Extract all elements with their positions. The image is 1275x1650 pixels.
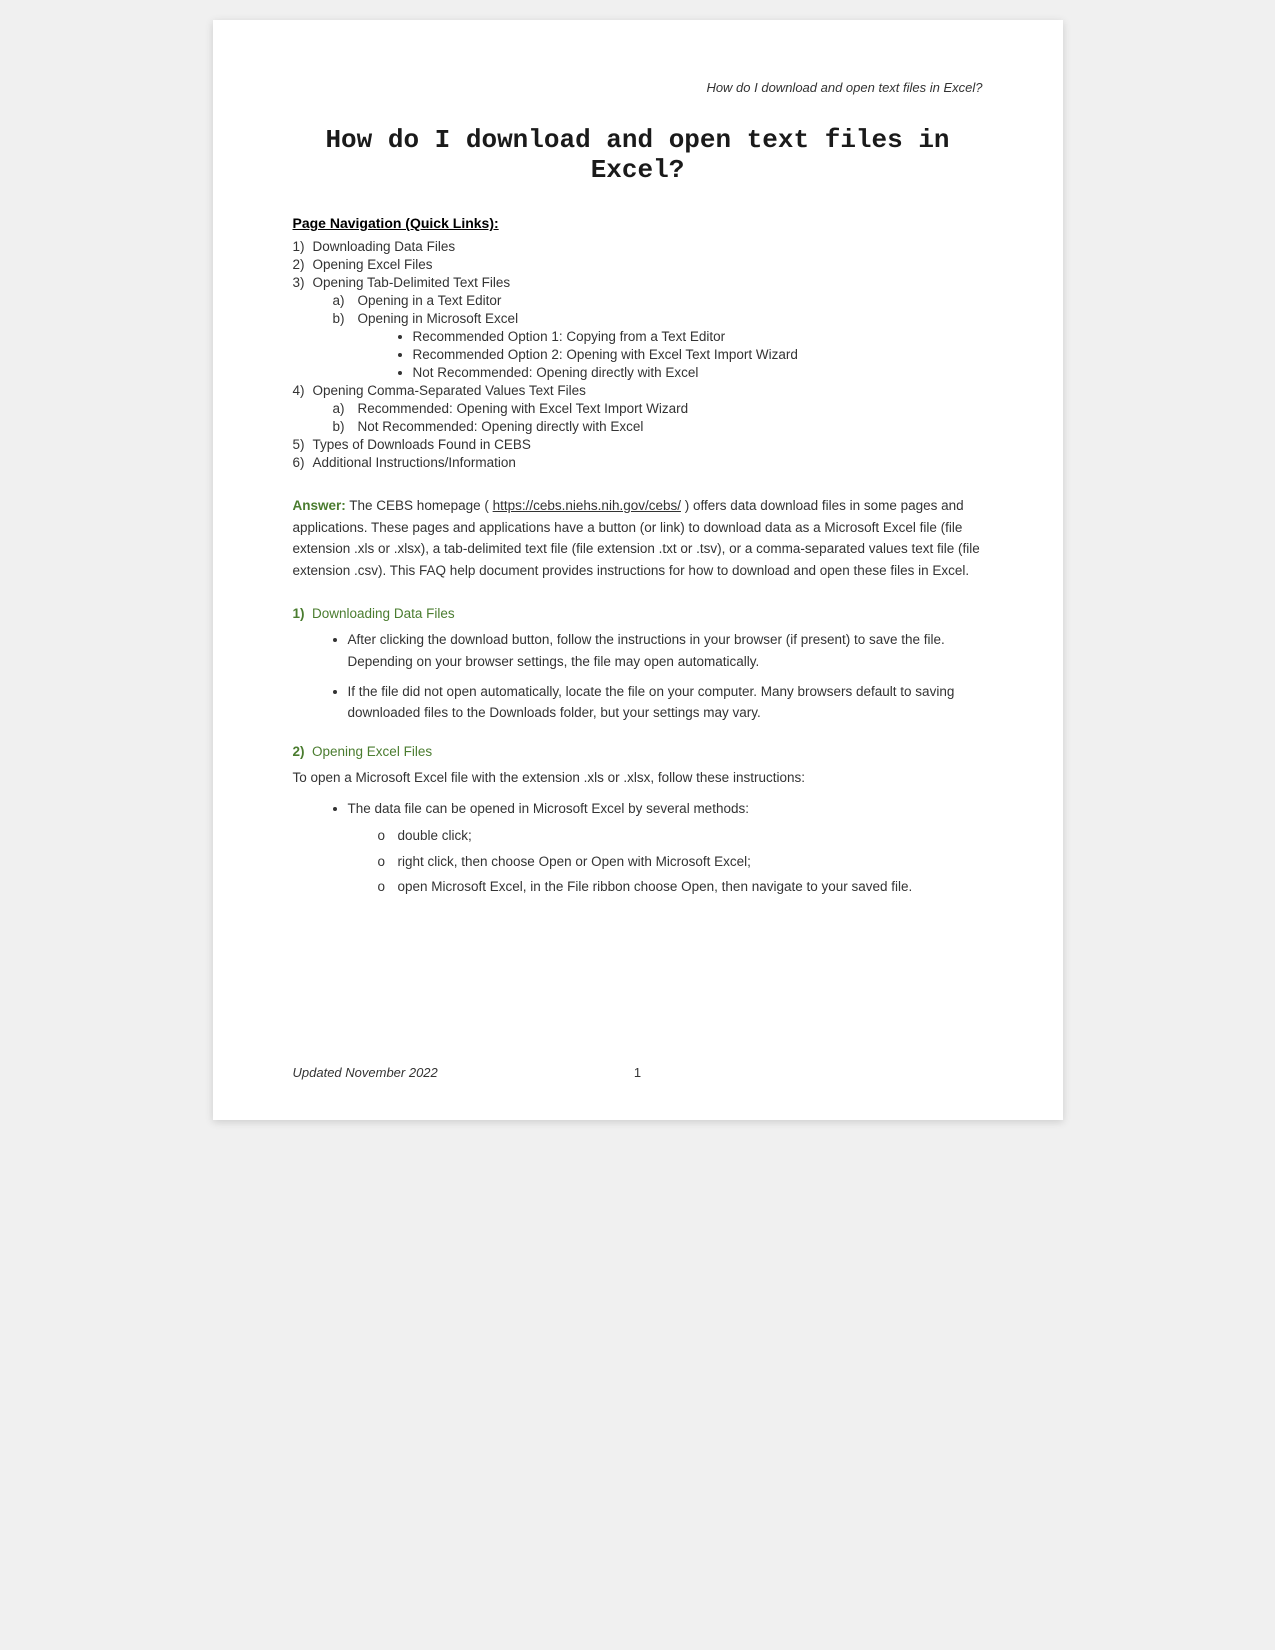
page-number: 1 (634, 1065, 641, 1080)
answer-label: Answer: (293, 498, 346, 513)
section-1-bullet-2: If the file did not open automatically, … (348, 681, 983, 724)
answer-section: Answer: The CEBS homepage ( https://cebs… (293, 495, 983, 581)
answer-link[interactable]: https://cebs.niehs.nih.gov/cebs/ (493, 498, 681, 513)
section-1-bullet-1: After clicking the download button, foll… (348, 629, 983, 672)
nav-item-5[interactable]: 5)Types of Downloads Found in CEBS (293, 437, 983, 452)
nav-item-3[interactable]: 3)Opening Tab-Delimited Text Files a)Ope… (293, 275, 983, 380)
nav-item-6[interactable]: 6)Additional Instructions/Information (293, 455, 983, 470)
section-2-sub-2: right click, then choose Open or Open wi… (378, 851, 983, 873)
section-2-heading: 2) Opening Excel Files (293, 744, 983, 759)
answer-text-1: The CEBS homepage ( (349, 498, 489, 513)
section-1-heading: 1) Downloading Data Files (293, 606, 983, 621)
nav-bullet-3b-2[interactable]: Recommended Option 2: Opening with Excel… (413, 347, 983, 362)
page-header: How do I download and open text files in… (293, 80, 983, 95)
page-container: How do I download and open text files in… (213, 20, 1063, 1120)
nav-item-4a[interactable]: a)Recommended: Opening with Excel Text I… (333, 401, 983, 416)
page-footer: Updated November 2022 1 (213, 1065, 1063, 1080)
nav-title: Page Navigation (Quick Links): (293, 215, 983, 231)
main-title: How do I download and open text files in… (293, 125, 983, 185)
nav-sub-list-4: a)Recommended: Opening with Excel Text I… (293, 401, 983, 434)
nav-item-4[interactable]: 4)Opening Comma-Separated Values Text Fi… (293, 383, 983, 434)
section-1: 1) Downloading Data Files After clicking… (293, 606, 983, 723)
nav-bullet-list-3b: Recommended Option 1: Copying from a Tex… (333, 329, 983, 380)
section-1-bullets: After clicking the download button, foll… (293, 629, 983, 723)
nav-item-1[interactable]: 1)Downloading Data Files (293, 239, 983, 254)
nav-item-3b[interactable]: b)Opening in Microsoft Excel Recommended… (333, 311, 983, 380)
nav-list: 1)Downloading Data Files 2)Opening Excel… (293, 239, 983, 470)
header-italic-title: How do I download and open text files in… (706, 80, 982, 95)
section-2-intro: To open a Microsoft Excel file with the … (293, 767, 983, 789)
section-2-bullets: The data file can be opened in Microsoft… (293, 798, 983, 897)
nav-bullet-3b-1[interactable]: Recommended Option 1: Copying from a Tex… (413, 329, 983, 344)
nav-item-3a[interactable]: a)Opening in a Text Editor (333, 293, 983, 308)
footer-updated: Updated November 2022 (293, 1065, 438, 1080)
nav-sub-list-3: a)Opening in a Text Editor b)Opening in … (293, 293, 983, 380)
nav-bullet-3b-3[interactable]: Not Recommended: Opening directly with E… (413, 365, 983, 380)
section-2-sub-bullets: double click; right click, then choose O… (348, 825, 983, 898)
section-2: 2) Opening Excel Files To open a Microso… (293, 744, 983, 898)
section-2-sub-1: double click; (378, 825, 983, 847)
nav-item-4b[interactable]: b)Not Recommended: Opening directly with… (333, 419, 983, 434)
navigation-section: Page Navigation (Quick Links): 1)Downloa… (293, 215, 983, 470)
section-2-bullet-1: The data file can be opened in Microsoft… (348, 798, 983, 897)
nav-item-2[interactable]: 2)Opening Excel Files (293, 257, 983, 272)
section-2-sub-3: open Microsoft Excel, in the File ribbon… (378, 876, 983, 898)
